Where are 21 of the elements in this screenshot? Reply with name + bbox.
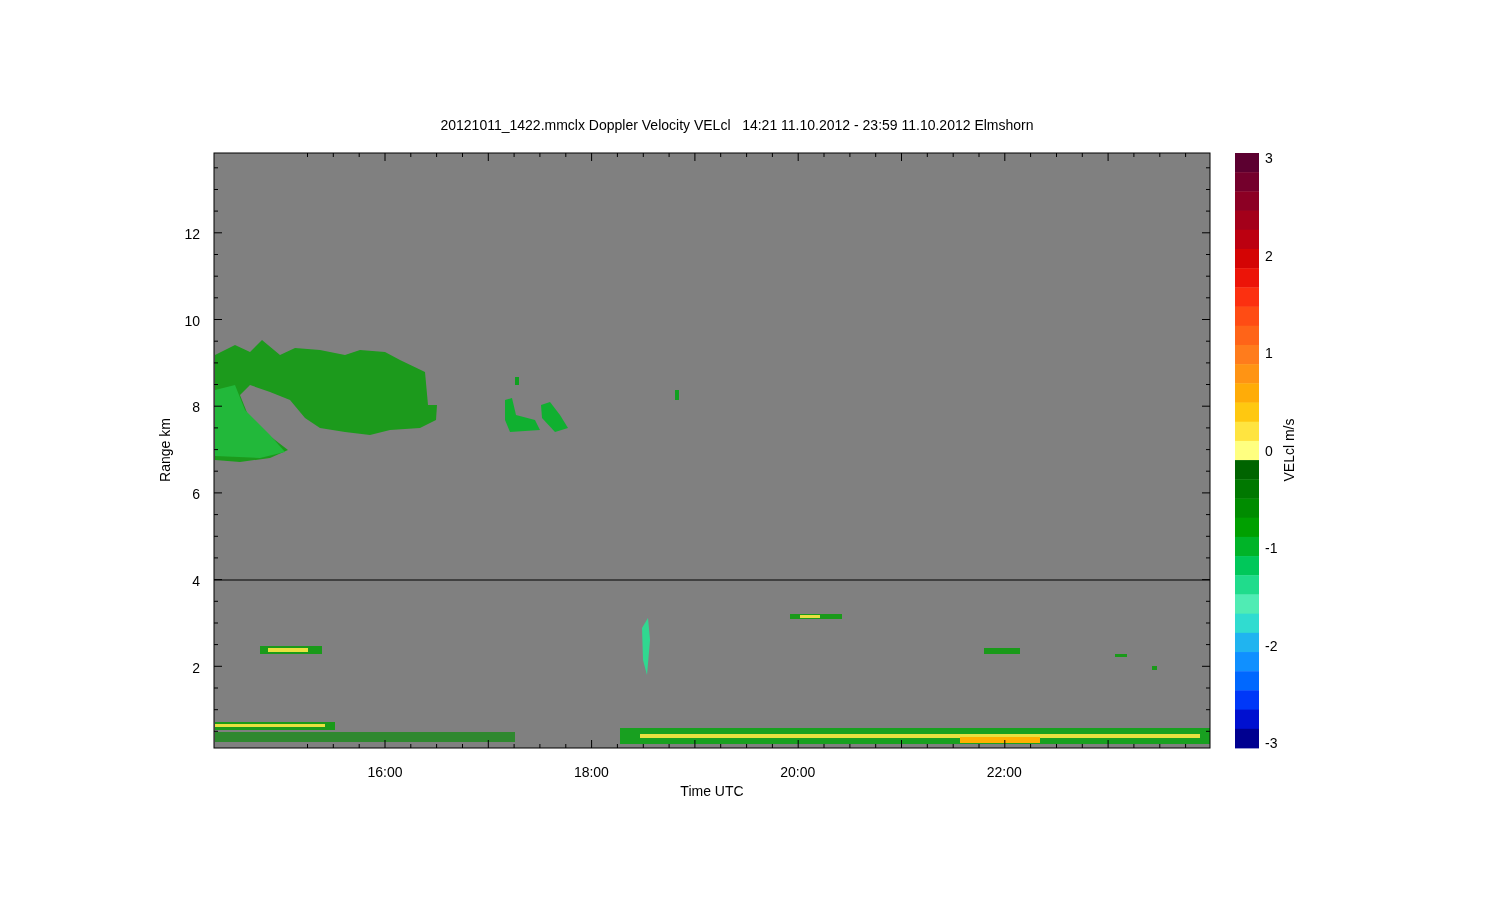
- chart-title: 20121011_1422.mmclx Doppler Velocity VELcl 14:21 11.10.2012 - 23:59 11.10.2012 Elmshorn: [440, 117, 1034, 133]
- colorbar-tick-label: -3: [1265, 735, 1278, 751]
- y-tick-label: 8: [192, 399, 200, 416]
- y-tick-label: 6: [192, 486, 200, 503]
- y-tick-label: 4: [192, 572, 200, 589]
- x-tick-label: 18:00: [573, 764, 609, 780]
- colorbar-tick-label: 1: [1265, 345, 1273, 361]
- x-tick-label: 22:00: [986, 764, 1022, 780]
- colorbar-tick-label: 3: [1265, 150, 1273, 166]
- colorbar-tick-label: -1: [1265, 540, 1278, 556]
- x-tick-label: 16:00: [367, 764, 403, 780]
- y-tick-label: 2: [192, 659, 200, 676]
- x-axis-label: Time UTC: [680, 783, 744, 799]
- y-axis-label: Range km: [157, 418, 173, 482]
- y-tick-label: 12: [184, 226, 200, 242]
- x-tick-label: 20:00: [780, 764, 816, 780]
- colorbar-label: VELcl m/s: [1281, 418, 1297, 482]
- colorbar-tick-label: 2: [1265, 247, 1273, 264]
- y-tick-label: 10: [184, 312, 200, 329]
- colorbar-tick-label: -2: [1265, 637, 1278, 654]
- colorbar-tick-label: 0: [1265, 442, 1273, 459]
